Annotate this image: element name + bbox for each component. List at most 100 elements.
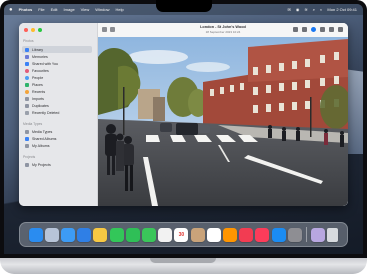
dock-system-settings-icon[interactable] — [287, 227, 302, 242]
projects-icon — [25, 162, 29, 167]
sidebar-item-memories[interactable]: Memories — [22, 53, 92, 60]
sidebar-item-media-types[interactable]: Media Types — [22, 128, 92, 135]
sidebar-item-label: Imports — [32, 96, 44, 101]
dock-music-icon[interactable] — [255, 227, 270, 242]
edit-icon[interactable] — [329, 27, 334, 32]
back-icon[interactable] — [102, 27, 107, 32]
photo-title: London - St John's Wood — [200, 25, 246, 29]
media-types-icon — [25, 129, 29, 134]
laptop: ● Photos File Edit Image View Window Hel… — [0, 0, 367, 274]
sidebar-item-imports[interactable]: Imports — [22, 95, 92, 102]
trash-icon — [25, 110, 29, 115]
dock-safari-icon[interactable] — [77, 227, 92, 242]
menubar-status-1[interactable]: ✉ — [288, 7, 291, 12]
sidebar-item-recently-deleted[interactable]: Recently Deleted — [22, 109, 92, 116]
dock-trash-icon[interactable] — [327, 227, 339, 242]
apple-menu-icon[interactable]: ● — [9, 7, 13, 13]
sidebar-toggle-icon[interactable] — [110, 27, 115, 32]
sidebar-item-label: Media Types — [32, 129, 53, 134]
dock-messages-icon[interactable] — [109, 227, 124, 242]
dock-reminders-icon[interactable] — [206, 227, 221, 242]
library-icon — [25, 47, 29, 52]
share-icon[interactable] — [302, 27, 307, 32]
wifi-icon[interactable]: ≋ — [304, 7, 307, 12]
menubar-status-2[interactable]: ◉ — [296, 7, 300, 12]
sidebar-item-places[interactable]: Places — [22, 81, 92, 88]
sidebar-item-my-albums[interactable]: My Albums — [22, 142, 92, 149]
photo-date: 18 September 2023 10:24 — [205, 30, 241, 34]
sidebar-item-label: Duplicates — [32, 103, 49, 108]
dock-notes-icon[interactable] — [93, 227, 108, 242]
calendar-day-text: 30 — [178, 231, 185, 238]
dock-calendar-icon[interactable]: 30 — [174, 227, 189, 242]
sidebar-item-label: Library — [32, 47, 43, 52]
sidebar-item-label: Recently Deleted — [32, 110, 60, 115]
sidebar-item-my-projects[interactable]: My Projects — [22, 161, 92, 168]
sidebar-section-media-types: Media Types — [23, 122, 43, 126]
dock-facetime-icon[interactable] — [125, 227, 140, 242]
places-icon — [25, 82, 29, 87]
photo-viewer: London - St John's Wood 18 September 202… — [98, 23, 348, 206]
dock-contacts-icon[interactable] — [190, 227, 205, 242]
camera-notch — [156, 0, 212, 12]
search-icon[interactable] — [338, 27, 343, 32]
menu-file[interactable]: File — [38, 7, 44, 12]
album-icon — [25, 143, 29, 148]
menu-help[interactable]: Help — [116, 7, 124, 12]
menu-image[interactable]: Image — [64, 7, 75, 12]
sidebar-item-label: Shared Albums — [32, 136, 57, 141]
close-button[interactable] — [24, 28, 28, 32]
sidebar-item-shared-with-you[interactable]: Shared with You — [22, 60, 92, 67]
clock-icon — [25, 89, 29, 94]
minimize-button[interactable] — [31, 28, 35, 32]
duplicates-icon — [25, 103, 29, 108]
photos-window: Photos Library Memories Shared with You … — [19, 23, 348, 206]
sidebar-item-duplicates[interactable]: Duplicates — [22, 102, 92, 109]
dock-app-store-icon[interactable] — [271, 227, 286, 242]
sidebar-item-label: Memories — [32, 54, 48, 59]
spotlight-icon[interactable]: ⌕ — [313, 7, 315, 12]
menu-edit[interactable]: Edit — [51, 7, 58, 12]
sidebar: Photos Library Memories Shared with You … — [19, 23, 98, 206]
menu-window[interactable]: Window — [95, 7, 109, 12]
zoom-button[interactable] — [38, 28, 42, 32]
info-icon[interactable] — [293, 27, 298, 32]
base-groove — [150, 258, 216, 263]
sidebar-item-shared-albums[interactable]: Shared Albums — [22, 135, 92, 142]
dock-preview-icon[interactable] — [311, 227, 326, 242]
sidebar-item-label: My Projects — [32, 162, 51, 167]
dock-mail-icon[interactable] — [61, 227, 76, 242]
photo-image[interactable] — [98, 37, 348, 206]
desktop: ● Photos File Edit Image View Window Hel… — [4, 4, 363, 254]
favourite-icon[interactable] — [311, 27, 316, 32]
rotate-icon[interactable] — [320, 27, 325, 32]
shared-album-icon — [25, 136, 29, 141]
dock-launchpad-icon[interactable] — [44, 227, 59, 242]
dock-news-icon[interactable] — [239, 227, 254, 242]
sidebar-section-projects: Projects — [23, 155, 36, 159]
app-menu[interactable]: Photos — [19, 7, 33, 12]
sidebar-item-favourites[interactable]: Favourites — [22, 67, 92, 74]
menu-view[interactable]: View — [81, 7, 90, 12]
dock-separator — [305, 227, 307, 242]
viewer-toolbar: London - St John's Wood 18 September 202… — [98, 23, 348, 38]
memories-icon — [25, 54, 29, 59]
sidebar-item-label: Recents — [32, 89, 46, 94]
dock-books-icon[interactable] — [222, 227, 237, 242]
window-controls — [24, 28, 42, 32]
dock: 30 — [19, 222, 348, 247]
control-center-icon[interactable]: ◐ — [320, 7, 322, 12]
sidebar-item-label: Shared with You — [32, 61, 58, 66]
sidebar-item-recents[interactable]: Recents — [22, 88, 92, 95]
heart-icon — [25, 68, 29, 73]
sidebar-item-library[interactable]: Library — [22, 46, 92, 53]
sidebar-item-label: Favourites — [32, 68, 49, 73]
dock-finder-icon[interactable] — [28, 227, 43, 242]
sidebar-item-label: People — [32, 75, 44, 80]
dock-phone-icon[interactable] — [142, 227, 157, 242]
import-icon — [25, 96, 29, 101]
clock-text[interactable]: Mon 2 Oct 09:41 — [327, 7, 357, 12]
sidebar-item-label: My Albums — [32, 143, 50, 148]
dock-photos-icon[interactable] — [158, 227, 173, 242]
sidebar-item-people[interactable]: People — [22, 74, 92, 81]
